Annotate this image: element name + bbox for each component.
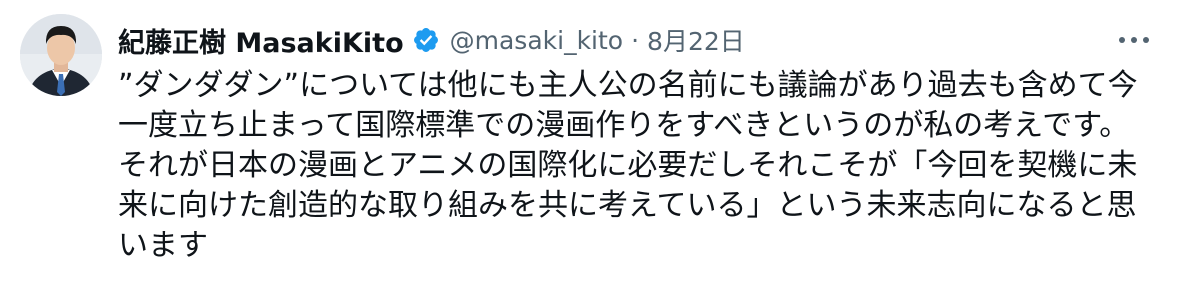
avatar-photo	[20, 14, 102, 96]
tweet-date[interactable]: 8月22日	[647, 22, 745, 58]
tweet-text-line: 一度立ち止まって国際標準での漫画作りをすべきというのが私の考えです。	[118, 108, 1130, 143]
author-name[interactable]: 紀藤正樹 MasakiKito	[118, 21, 404, 60]
tweet-card[interactable]: 紀藤正樹 MasakiKito @masaki_kito · 8月22日 ”ダン…	[0, 0, 1184, 290]
tweet-text-line: 来に向けた創造的な取り組みを共に考えている」という未来志向になると思	[118, 188, 1137, 223]
more-options-icon[interactable]	[1114, 24, 1154, 56]
tweet-text-line: ”ダンダダン”については他にも主人公の名前にも議論があり過去も含めて今	[118, 68, 1138, 103]
verified-badge-icon	[412, 26, 440, 54]
tweet-text-line: います	[118, 228, 208, 263]
separator-dot: ·	[631, 25, 640, 55]
avatar[interactable]	[20, 14, 102, 96]
tweet-header: 紀藤正樹 MasakiKito @masaki_kito · 8月22日	[118, 18, 745, 62]
tweet-text-line: それが日本の漫画とアニメの国際化に必要だしそれこそが「今回を契機に未	[118, 148, 1138, 183]
tweet-text: ”ダンダダン”については他にも主人公の名前にも議論があり過去も含めて今 一度立ち…	[118, 66, 1158, 266]
author-handle[interactable]: @masaki_kito	[450, 26, 623, 55]
